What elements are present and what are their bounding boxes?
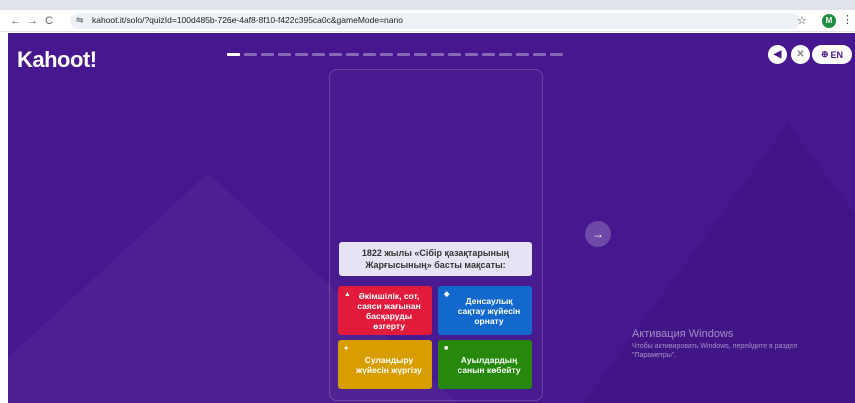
progress-segment (261, 53, 274, 56)
progress-segment (295, 53, 308, 56)
question-progress (227, 53, 563, 56)
answer-yellow-button[interactable]: ● Суландыру жүйесін жүргізу (338, 340, 432, 389)
answer-label: Суландыру жүйесін жүргізу (356, 355, 422, 375)
answer-label: Денсаулық сақтау жүйесін орнату (457, 296, 521, 326)
progress-segment (482, 53, 495, 56)
url-text[interactable]: kahoot.it/solo/?quizId=100d485b-726e-4af… (92, 15, 403, 25)
sound-toggle-icon[interactable]: ◀ (768, 45, 787, 64)
answer-green-button[interactable]: ■ Ауылдардың санын көбейту (438, 340, 532, 389)
progress-segment (448, 53, 461, 56)
progress-segment (312, 53, 325, 56)
language-button[interactable]: ⊕ EN (812, 45, 852, 64)
progress-segment (380, 53, 393, 56)
reload-button[interactable]: C (45, 14, 53, 28)
answer-red-button[interactable]: ▲ Әкімшілік, сот, саяси жағынан басқаруд… (338, 286, 432, 335)
progress-segment (329, 53, 342, 56)
next-arrow-button[interactable]: → (585, 221, 611, 247)
progress-segment (346, 53, 359, 56)
back-button[interactable]: ← (10, 14, 21, 28)
progress-segment (431, 53, 444, 56)
bookmark-star-icon[interactable]: ☆ (797, 14, 807, 27)
address-bar[interactable]: ⇋ kahoot.it/solo/?quizId=100d485b-726e-4… (70, 13, 800, 29)
kahoot-logo: Kahoot! (17, 47, 97, 72)
question-text: 1822 жылы «Сібір қазақтарының Жарғысының… (339, 242, 532, 276)
language-label: EN (830, 49, 844, 60)
progress-segment (533, 53, 546, 56)
progress-segment (516, 53, 529, 56)
window-top-strip (0, 0, 855, 10)
watermark-title: Активация Windows (632, 328, 734, 340)
circle-icon: ● (344, 345, 349, 352)
progress-segment (550, 53, 563, 56)
answer-label: Әкімшілік, сот, саяси жағынан басқаруды … (357, 291, 421, 331)
globe-icon: ⊕ (820, 49, 829, 59)
progress-segment (227, 53, 240, 56)
diamond-icon: ◆ (444, 291, 450, 298)
progress-segment (414, 53, 427, 56)
progress-segment (363, 53, 376, 56)
browser-toolbar: ← → C ⇋ kahoot.it/solo/?quizId=100d485b-… (0, 10, 855, 32)
answer-label: Ауылдардың санын көбейту (457, 355, 521, 375)
watermark-subtitle: Чтобы активировать Windows, перейдите в … (632, 343, 798, 359)
windows-activation-watermark: Активация Windows Чтобы активировать Win… (632, 328, 832, 360)
browser-menu-icon[interactable]: ⋮ (842, 13, 853, 26)
forward-button[interactable]: → (27, 14, 38, 28)
progress-segment (397, 53, 410, 56)
progress-segment (244, 53, 257, 56)
background-shape (568, 123, 855, 403)
progress-segment (499, 53, 512, 56)
close-icon[interactable]: ✕ (791, 45, 810, 64)
site-settings-icon[interactable]: ⇋ (76, 15, 84, 26)
answer-blue-button[interactable]: ◆ Денсаулық сақтау жүйесін орнату (438, 286, 532, 335)
triangle-icon: ▲ (344, 291, 351, 298)
square-icon: ■ (444, 345, 449, 352)
progress-segment (465, 53, 478, 56)
progress-segment (278, 53, 291, 56)
profile-avatar[interactable]: M (822, 14, 836, 28)
